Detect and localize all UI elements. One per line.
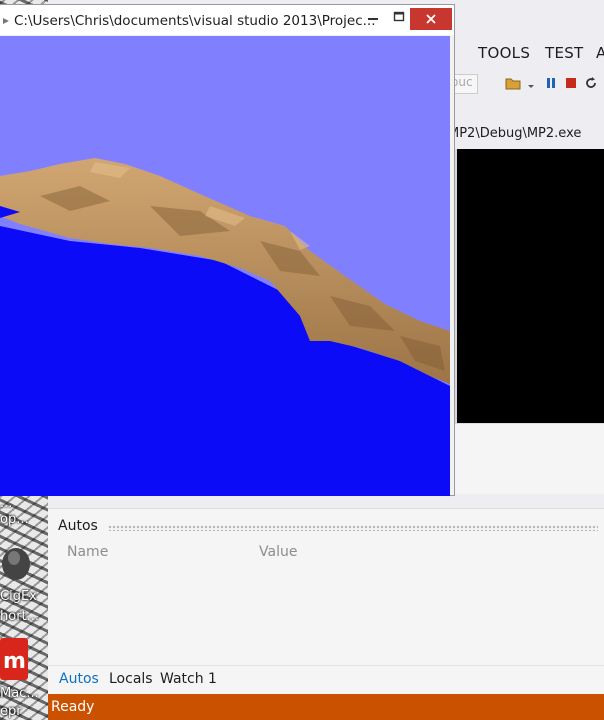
restore-icon[interactable] (2, 17, 10, 25)
folder-icon[interactable] (504, 74, 522, 92)
desktop-icon-label[interactable]: ... (0, 496, 12, 511)
desktop-icon-label[interactable]: op... (0, 512, 29, 527)
document-tab-exe[interactable]: MP2\Debug\MP2.exe (448, 122, 604, 150)
vs-subbar (448, 100, 604, 122)
tab-autos[interactable]: Autos (59, 671, 99, 687)
menu-item-tools[interactable]: TOOLS (478, 44, 530, 62)
tab-watch-1[interactable]: Watch 1 (160, 671, 217, 687)
console-scroll-area (453, 423, 604, 494)
tab-locals[interactable]: Locals (109, 671, 153, 687)
desktop-icon-label[interactable]: CigEx (0, 589, 37, 604)
desktop-icon-label[interactable]: Mac... (0, 686, 39, 701)
gl-window-title: C:\Users\Chris\documents\visual studio 2… (14, 13, 376, 29)
restart-icon[interactable] (582, 74, 600, 92)
desktop-icon-label[interactable]: hort... (0, 609, 39, 624)
dropdown-icon[interactable] (522, 74, 540, 92)
maximize-icon[interactable] (388, 9, 410, 29)
status-bar: Ready (48, 694, 604, 720)
matlab-app-icon[interactable]: m (0, 638, 30, 682)
minimize-icon[interactable] (362, 9, 384, 29)
panel-grip[interactable] (108, 525, 598, 531)
opengl-render-canvas[interactable] (0, 36, 450, 496)
autos-title: Autos (58, 518, 98, 534)
autos-panel: Autos Name Value Autos Locals Watch 1 (48, 508, 604, 695)
mouse-app-icon[interactable] (0, 540, 40, 584)
opengl-window: C:\Users\Chris\documents\visual studio 2… (0, 4, 455, 496)
desktop-icon-label[interactable]: epr (0, 704, 22, 719)
menu-item-test[interactable]: TEST (545, 44, 584, 62)
debug-tabs: Autos Locals Watch 1 (48, 665, 604, 694)
status-text: Ready (51, 699, 95, 715)
pause-icon[interactable] (542, 74, 560, 92)
console-output (457, 149, 604, 423)
menu-item-partial-right[interactable]: A (596, 44, 604, 62)
gl-titlebar[interactable]: C:\Users\Chris\documents\visual studio 2… (0, 5, 454, 35)
column-header-name[interactable]: Name (67, 544, 108, 560)
svg-text:m: m (3, 649, 26, 674)
column-header-value[interactable]: Value (259, 544, 297, 560)
close-icon[interactable] (410, 8, 452, 30)
stop-icon[interactable] (562, 74, 580, 92)
